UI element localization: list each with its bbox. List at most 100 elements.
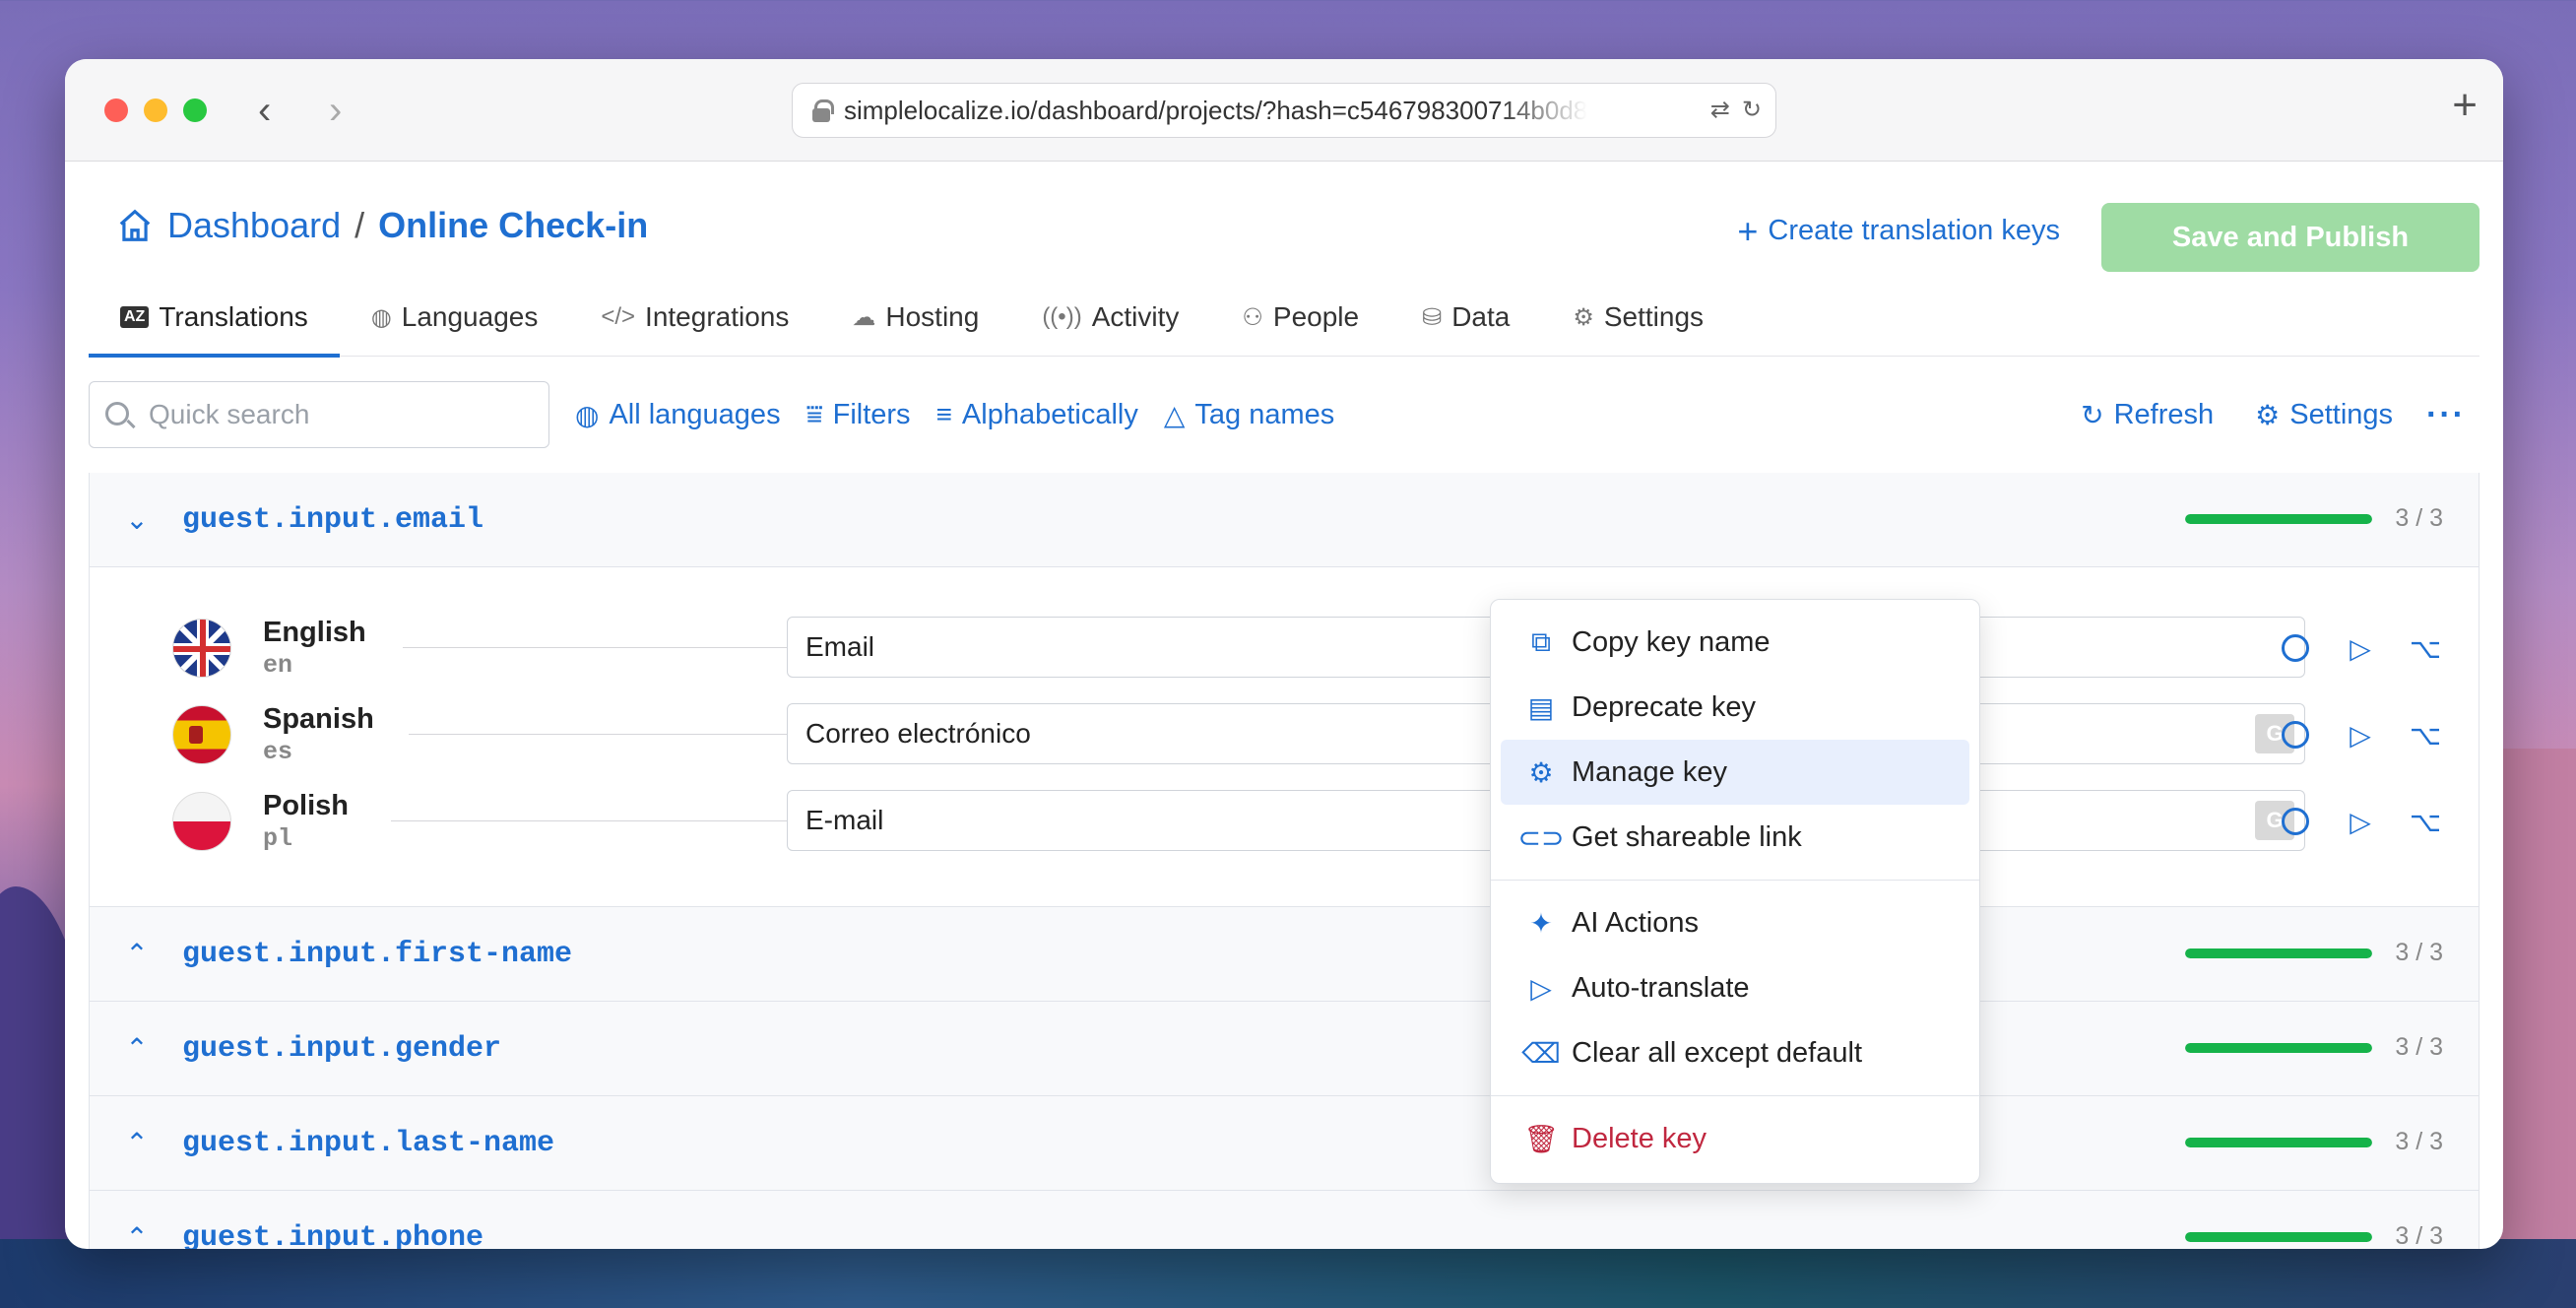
menu-item-delete-key[interactable]: 🗑 Delete key	[1501, 1106, 1969, 1171]
menu-item-label: Copy key name	[1572, 625, 1771, 658]
tab-translations[interactable]: AZ Translations	[89, 278, 340, 358]
tab-label: Settings	[1603, 301, 1705, 332]
reload-icon[interactable]: ↻	[1742, 96, 1762, 124]
option-icon[interactable]: ⌥	[2410, 719, 2441, 751]
chevron-up-icon[interactable]: ⌃	[123, 1033, 151, 1064]
back-arrow-icon[interactable]: ‹	[258, 87, 271, 134]
language-code: es	[263, 738, 293, 766]
filters-button[interactable]: ⩸ Filters	[806, 399, 911, 431]
spain-flag-icon	[172, 705, 231, 764]
tab-activity[interactable]: ((•)) Activity	[1010, 278, 1210, 357]
play-icon[interactable]: ▷	[2345, 719, 2376, 751]
status-circle-icon[interactable]	[2280, 806, 2311, 837]
progress-bar	[2185, 1138, 2372, 1147]
chevron-up-icon[interactable]: ⌃	[123, 939, 151, 969]
connector-line	[403, 647, 787, 648]
sort-button[interactable]: ≡ Alphabetically	[936, 399, 1138, 431]
menu-item-get-shareable-link[interactable]: ⊂⊃ Get shareable link	[1501, 805, 1969, 870]
menu-item-ai-actions[interactable]: ✦ AI Actions	[1501, 890, 1969, 955]
play-icon[interactable]: ▷	[2345, 632, 2376, 664]
progress-bar	[2185, 514, 2372, 524]
menu-item-manage-key[interactable]: ⚙ Manage key	[1501, 740, 1969, 805]
refresh-button[interactable]: ↻ Refresh	[2081, 399, 2214, 431]
key-row[interactable]: ⌄ guest.input.email 3 / 3	[90, 473, 2479, 567]
search-input[interactable]: Quick search	[89, 381, 549, 448]
new-tab-icon[interactable]: +	[2452, 81, 2478, 130]
chevron-down-icon[interactable]: ⌄	[123, 504, 151, 535]
translation-value: E-mail	[805, 805, 884, 835]
progress-count: 3 / 3	[2395, 1128, 2443, 1155]
menu-item-deprecate-key[interactable]: ▤ Deprecate key	[1501, 675, 1969, 740]
more-options-icon[interactable]: ···	[2426, 396, 2479, 434]
zoom-window-button[interactable]	[183, 98, 207, 122]
menu-item-clear-all-except-default[interactable]: ⌫ Clear all except default	[1501, 1020, 1969, 1085]
shapes-icon: △	[1163, 399, 1186, 430]
key-row[interactable]: ⌃ guest.input.gender 3 / 3	[90, 1002, 2479, 1096]
key-name[interactable]: guest.input.phone	[182, 1221, 483, 1250]
menu-item-copy-key-name[interactable]: ⧉ Copy key name	[1501, 610, 1969, 675]
translation-row: English en Email ▷ ⌥	[90, 605, 2479, 691]
key-name[interactable]: guest.input.last-name	[182, 1127, 554, 1160]
breadcrumb-dashboard-link[interactable]: Dashboard	[167, 205, 341, 246]
address-bar[interactable]: simplelocalize.io/dashboard/projects/?ha…	[792, 83, 1776, 138]
menu-item-auto-translate[interactable]: ▷ Auto-translate	[1501, 955, 1969, 1020]
forward-arrow-icon[interactable]: ›	[329, 87, 342, 134]
create-translation-keys-button[interactable]: + Create translation keys	[1737, 213, 2060, 248]
minimize-window-button[interactable]	[144, 98, 167, 122]
uk-flag-icon	[172, 619, 231, 678]
menu-item-label: Manage key	[1572, 755, 1727, 788]
globe-icon: ◍	[575, 399, 600, 430]
language-code: pl	[263, 824, 293, 853]
search-icon	[105, 402, 129, 425]
key-row[interactable]: ⌃ guest.input.last-name 3 / 3	[90, 1096, 2479, 1191]
tab-hosting[interactable]: ☁ Hosting	[820, 278, 1010, 357]
play-icon[interactable]: ▷	[2345, 806, 2376, 837]
play-icon: ▷	[1530, 972, 1552, 1004]
filter-toolbar: Quick search ◍ All languages ⩸ Filters ≡…	[89, 380, 2479, 449]
view-settings-button[interactable]: ⚙ Settings	[2255, 399, 2393, 431]
people-icon: ⚇	[1242, 303, 1263, 331]
tab-languages[interactable]: ◍ Languages	[340, 278, 570, 357]
tab-integrations[interactable]: </> Integrations	[569, 278, 820, 357]
database-icon: ⛁	[1422, 303, 1443, 331]
tag-names-button[interactable]: △ Tag names	[1164, 399, 1334, 431]
tab-settings[interactable]: ⚙ Settings	[1541, 278, 1735, 357]
progress-count: 3 / 3	[2395, 1033, 2443, 1061]
status-circle-icon[interactable]	[2280, 719, 2311, 751]
view-settings-label: Settings	[2289, 398, 2394, 430]
key-row[interactable]: ⌃ guest.input.phone 3 / 3	[90, 1191, 2479, 1249]
broadcast-icon: ((•))	[1042, 303, 1082, 330]
tab-people[interactable]: ⚇ People	[1210, 278, 1390, 357]
progress-bar	[2185, 948, 2372, 958]
home-icon[interactable]	[116, 207, 154, 244]
translate-page-icon[interactable]: ⇄	[1710, 96, 1730, 124]
key-name[interactable]: guest.input.email	[182, 503, 483, 537]
option-icon[interactable]: ⌥	[2410, 806, 2441, 837]
sort-label: Alphabetically	[961, 398, 1138, 430]
key-name[interactable]: guest.input.first-name	[182, 938, 572, 971]
key-name[interactable]: guest.input.gender	[182, 1032, 501, 1066]
close-window-button[interactable]	[104, 98, 128, 122]
chevron-up-icon[interactable]: ⌃	[123, 1128, 151, 1158]
clear-icon: ⌫	[1521, 1037, 1561, 1069]
status-circle-icon[interactable]	[2280, 632, 2311, 664]
all-languages-label: All languages	[609, 398, 781, 430]
translation-row: Polish pl E-mail G ▷ ⌥	[90, 778, 2479, 865]
tab-label: Data	[1451, 301, 1511, 332]
key-row[interactable]: ⌃ guest.input.first-name 3 / 3	[90, 907, 2479, 1002]
menu-item-label: Get shareable link	[1572, 820, 1802, 853]
language-code: en	[263, 651, 293, 680]
link-icon: ⊂⊃	[1517, 821, 1565, 853]
option-icon[interactable]: ⌥	[2410, 632, 2441, 664]
save-and-publish-button[interactable]: Save and Publish	[2101, 203, 2479, 272]
key-translations: English en Email ▷ ⌥ Spanish es Correo e…	[90, 567, 2479, 907]
copy-icon: ⧉	[1531, 625, 1551, 657]
chevron-up-icon[interactable]: ⌃	[123, 1222, 151, 1249]
all-languages-button[interactable]: ◍ All languages	[575, 399, 781, 431]
az-icon: AZ	[120, 306, 150, 328]
tab-label: Languages	[401, 301, 539, 332]
tab-data[interactable]: ⛁ Data	[1390, 278, 1541, 357]
tab-label: Hosting	[885, 301, 980, 332]
cloud-icon: ☁	[852, 303, 876, 331]
translation-row: Spanish es Correo electrónico G ▷ ⌥	[90, 691, 2479, 778]
